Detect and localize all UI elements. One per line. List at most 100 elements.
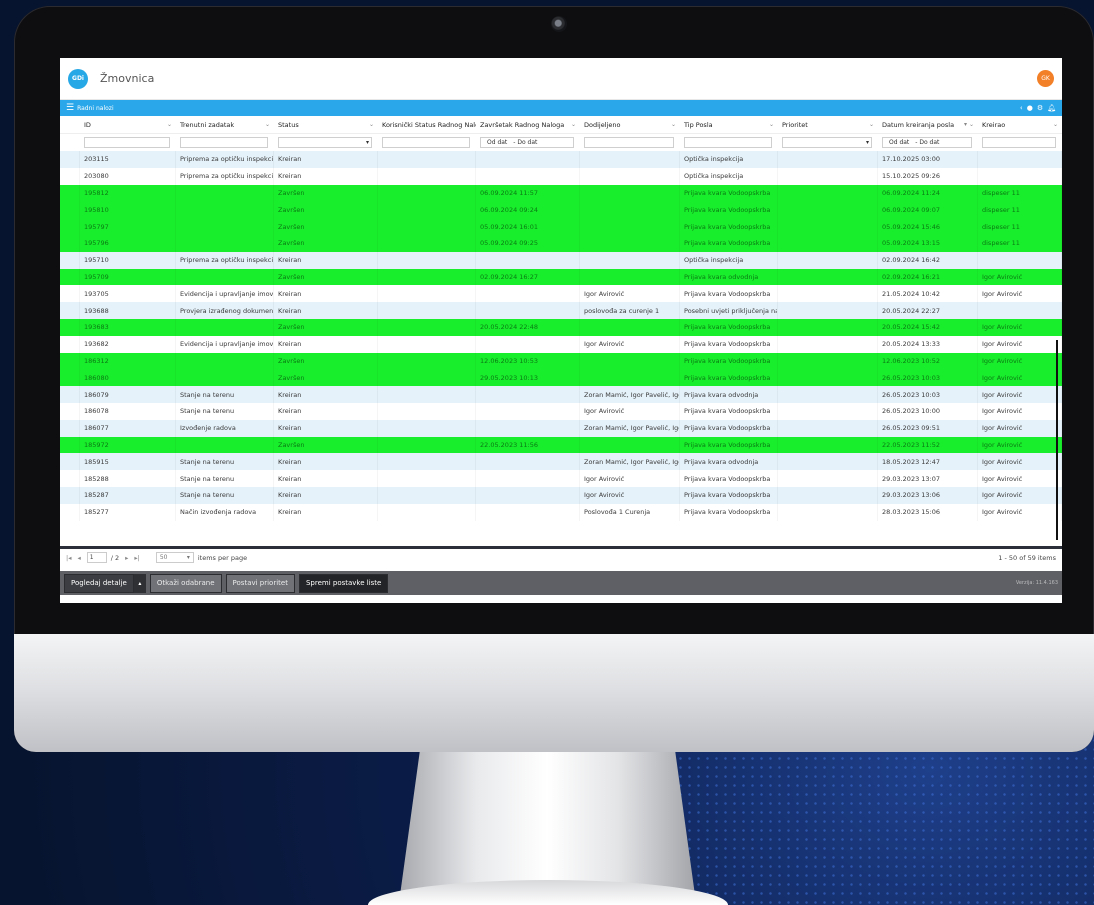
page-input[interactable]: 1	[86, 552, 107, 563]
table-row[interactable]: 203080 Priprema za optičku inspekciju Krei…	[60, 167, 1062, 185]
filter-input-creator[interactable]	[982, 137, 1056, 148]
column-header-id[interactable]: ID ⌄	[80, 121, 176, 129]
row-select-cell[interactable]	[60, 218, 80, 235]
refresh-icon[interactable]: ‹	[1020, 104, 1023, 112]
app-title: Žmovnica	[100, 72, 155, 85]
column-header-done[interactable]: Završetak Radnog Naloga ⌄	[476, 121, 580, 129]
filter-input-assigned[interactable]	[584, 137, 674, 148]
column-menu-icon[interactable]: ⌄	[671, 121, 680, 128]
filter-input-created[interactable]: Od dat - Do dat	[882, 137, 972, 148]
table-row[interactable]: 185972 Završen 22.05.2023 11:56 Prijava kva…	[60, 436, 1062, 454]
row-select-cell[interactable]	[60, 419, 80, 437]
table-row[interactable]: 193682Evidencija i upravljanje imovin...…	[60, 335, 1062, 353]
filter-input-priority[interactable]: ▾	[782, 137, 872, 148]
row-select-cell[interactable]	[60, 268, 80, 286]
table-row[interactable]: 195710 Priprema za optičku inspekciju Krei…	[60, 251, 1062, 269]
column-header-user_status[interactable]: Korisnički Status Radnog Nalo...⌄	[378, 121, 476, 129]
column-menu-icon[interactable]: ⌄	[769, 121, 778, 128]
hamburger-icon[interactable]: ☰	[66, 103, 74, 113]
table-row[interactable]: 186079 Stanje na terenu Kreiran Zoran Mamić…	[60, 386, 1062, 403]
column-header-task[interactable]: Trenutni zadatak ⌄	[176, 121, 274, 129]
column-menu-icon[interactable]: ⌄	[1053, 121, 1062, 128]
filter-input-type[interactable]	[684, 137, 772, 148]
prev-page-icon[interactable]: ◂	[77, 554, 80, 562]
cell-status: Kreiran	[274, 470, 378, 487]
row-select-cell[interactable]	[60, 167, 80, 185]
row-select-cell[interactable]	[60, 184, 80, 202]
table-row[interactable]: 186077 Izvođenje radova Kreiran Zoran Mamić…	[60, 419, 1062, 437]
table-row[interactable]: 195797 Završen 05.09.2024 16:01 Prijava kva…	[60, 218, 1062, 235]
first-page-icon[interactable]: |◂	[66, 554, 71, 562]
column-menu-icon[interactable]: ▾ ⌄	[964, 121, 978, 128]
filter-input-status[interactable]: ▾	[278, 137, 372, 148]
row-select-cell[interactable]	[60, 251, 80, 269]
row-select-cell[interactable]	[60, 285, 80, 303]
row-select-cell[interactable]	[60, 318, 80, 336]
table-row[interactable]: 195709 Završen 02.09.2024 16:27 Prijava kva…	[60, 268, 1062, 286]
cell-priority	[778, 503, 878, 521]
set-priority-button[interactable]: Postavi prioritet	[225, 573, 295, 593]
row-select-cell[interactable]	[60, 302, 80, 319]
cell-type: Prijava kvara Vodoopskrba	[680, 201, 778, 219]
bell-icon[interactable]: 🔔︎	[1047, 104, 1056, 112]
row-select-cell[interactable]	[60, 470, 80, 487]
column-header-assigned[interactable]: Dodijeljeno ⌄	[580, 121, 680, 129]
row-select-cell[interactable]	[60, 486, 80, 504]
row-select-cell[interactable]	[60, 402, 80, 420]
column-header-priority[interactable]: Prioritet ⌄	[778, 121, 878, 129]
table-row[interactable]: 185915 Stanje na terenu Kreiran Zoran Mamić…	[60, 453, 1062, 471]
row-select-cell[interactable]	[60, 503, 80, 521]
chevron-up-icon[interactable]: ▴	[133, 573, 146, 593]
column-header-creator[interactable]: Kreirao ⌄	[978, 121, 1062, 129]
filter-input-done[interactable]: Od dat - Do dat	[480, 137, 574, 148]
row-select-cell[interactable]	[60, 234, 80, 252]
column-menu-icon[interactable]: ⌄	[571, 121, 580, 128]
table-row[interactable]: 193688 Provjera izrađenog dokumenta Kreira…	[60, 302, 1062, 319]
avatar[interactable]: GK	[1037, 70, 1054, 87]
table-row[interactable]: 185288 Stanje na terenu Kreiran Igor Avirov…	[60, 470, 1062, 487]
column-header-status[interactable]: Status ⌄	[274, 121, 378, 129]
column-menu-icon[interactable]: ⌄	[869, 121, 878, 128]
gear-icon[interactable]: ⚙	[1037, 104, 1043, 112]
row-select-cell[interactable]	[60, 386, 80, 403]
last-page-icon[interactable]: ▸|	[134, 554, 139, 562]
settings-icon[interactable]: ●	[1027, 104, 1033, 112]
cell-done: 05.09.2024 09:25	[476, 234, 580, 252]
cell-done	[476, 302, 580, 319]
column-header-created[interactable]: Datum kreiranja posla ▾ ⌄	[878, 121, 978, 129]
filter-input-user_status[interactable]	[382, 137, 470, 148]
table-row[interactable]: 185287 Stanje na terenu Kreiran Igor Avirov…	[60, 486, 1062, 504]
column-menu-icon[interactable]: ⌄	[167, 121, 176, 128]
table-row[interactable]: 185277 Način izvođenja radova Kreiran Poslo…	[60, 503, 1062, 521]
unmark-button[interactable]: Otkaži odabrane	[149, 573, 222, 593]
grid-scrollbar[interactable]	[1056, 340, 1058, 540]
column-header-type[interactable]: Tip Posla ⌄	[680, 121, 778, 129]
column-menu-icon[interactable]: ⌄	[369, 121, 378, 128]
table-row[interactable]: 186078 Stanje na terenu Kreiran Igor Avirov…	[60, 402, 1062, 420]
table-row[interactable]: 186312 Završen 12.06.2023 10:53 Prijava kva…	[60, 352, 1062, 370]
cell-priority	[778, 151, 878, 168]
filter-input-task[interactable]	[180, 137, 268, 148]
table-row[interactable]: 195810 Završen 06.09.2024 09:24 Prijava kva…	[60, 201, 1062, 219]
page-size-select[interactable]: 50 ▾	[155, 552, 194, 563]
table-row[interactable]: 195812 Završen 06.09.2024 11:57 Prijava kva…	[60, 184, 1062, 202]
row-select-cell[interactable]	[60, 436, 80, 454]
row-select-cell[interactable]	[60, 151, 80, 168]
row-select-cell[interactable]	[60, 369, 80, 387]
cell-assigned: Igor Avirović	[580, 285, 680, 303]
save-list-settings-button[interactable]: Spremi postavke liste	[298, 573, 389, 593]
column-menu-icon[interactable]: ⌄	[265, 121, 274, 128]
next-page-icon[interactable]: ▸	[125, 554, 128, 562]
row-select-cell[interactable]	[60, 201, 80, 219]
filter-input-id[interactable]	[84, 137, 170, 148]
table-row[interactable]: 193705Evidencija i upravljanje imovin...…	[60, 285, 1062, 303]
table-row[interactable]: 186080 Završen 29.05.2023 10:13 Prijava kva…	[60, 369, 1062, 387]
row-select-cell[interactable]	[60, 352, 80, 370]
table-row[interactable]: 203115 Priprema za optičku inspekciju Krei…	[60, 151, 1062, 168]
row-select-cell[interactable]	[60, 335, 80, 353]
table-row[interactable]: 193683 Završen 20.05.2024 22:48 Prijava kva…	[60, 318, 1062, 336]
logo[interactable]: GDi	[68, 68, 88, 89]
view-details-button[interactable]: Pogledaj detalje	[64, 573, 134, 593]
table-row[interactable]: 195796 Završen 05.09.2024 09:25 Prijava kva…	[60, 234, 1062, 252]
row-select-cell[interactable]	[60, 453, 80, 471]
